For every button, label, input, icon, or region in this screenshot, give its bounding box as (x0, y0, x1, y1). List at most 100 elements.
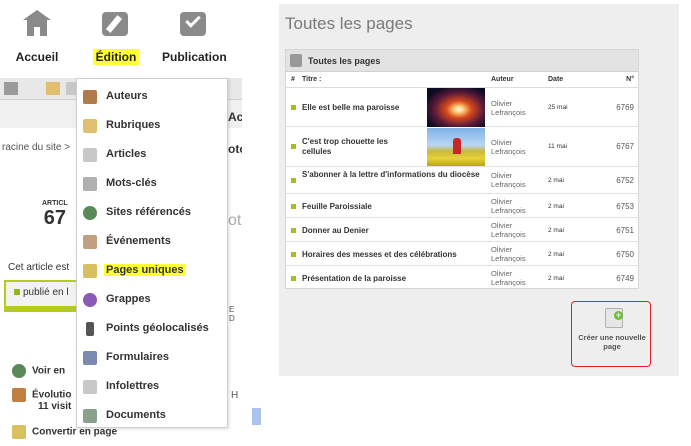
menu-item-rubriques[interactable]: Rubriques (77, 114, 227, 138)
menu-item-mots-cles[interactable]: Mots-clés (77, 172, 227, 196)
status-bullet (291, 105, 296, 110)
create-page-button[interactable]: + Créer une nouvelle page (571, 301, 651, 367)
top-navigation: Accueil Édition Publication (0, 0, 242, 78)
table-row[interactable]: C'est trop chouette les cellules Olivier… (286, 127, 638, 167)
status-bullet (291, 204, 296, 209)
row-author[interactable]: Olivier Lefrançois (491, 221, 543, 239)
status-bullet (291, 252, 296, 257)
row-title[interactable]: Feuille Paroissiale (302, 202, 372, 211)
menu-item-points[interactable]: Points géolocalisés (77, 317, 227, 341)
status-bullet (291, 144, 296, 149)
status-bullet (291, 178, 296, 183)
globe-icon (12, 364, 26, 378)
page-convert-icon (12, 425, 26, 439)
side-item-voir[interactable]: Voir en (12, 364, 65, 378)
form-icon (83, 351, 97, 365)
create-page-label: Créer une nouvelle page (578, 333, 646, 351)
row-title[interactable]: Horaires des messes et des célébrations (302, 250, 457, 259)
calendar-icon (83, 235, 97, 249)
row-title[interactable]: C'est trop chouette les cellules (302, 137, 412, 157)
menu-item-label: Événements (106, 235, 171, 247)
menu-item-label: Formulaires (106, 351, 169, 363)
panel-header: Toutes les pages (286, 50, 638, 72)
blue-marker (252, 408, 261, 425)
table-row[interactable]: Elle est belle ma paroisse Olivier Lefra… (286, 88, 638, 127)
menu-item-evenements[interactable]: Événements (77, 230, 227, 254)
menu-item-label: Auteurs (106, 90, 148, 102)
menu-item-formulaires[interactable]: Formulaires (77, 346, 227, 370)
status-value: publié en l (23, 287, 69, 298)
nav-accueil-label: Accueil (15, 50, 59, 64)
row-author[interactable]: Olivier Lefrançois (491, 138, 543, 156)
new-page-icon: + (605, 308, 623, 328)
folder-icon (83, 119, 97, 133)
documents-icon (83, 409, 97, 423)
menu-item-auteurs[interactable]: Auteurs (77, 85, 227, 109)
row-number: 6749 (616, 274, 634, 283)
globe-icon (83, 206, 97, 220)
menu-item-articles[interactable]: Articles (77, 143, 227, 167)
side-item-visits: 11 visit (38, 401, 72, 412)
text-fragment: oto (228, 212, 242, 229)
page-title: Toutes les pages (285, 14, 413, 33)
row-author[interactable]: Olivier Lefrançois (491, 171, 543, 189)
row-date: 2 mai (548, 251, 564, 258)
col-date[interactable]: Date (548, 76, 563, 83)
menu-item-documents[interactable]: Documents (77, 404, 227, 428)
status-dot-icon (14, 289, 20, 295)
row-author[interactable]: Olivier Lefrançois (491, 197, 543, 215)
thumbnail-image (427, 128, 485, 166)
col-title[interactable]: Titre : (302, 76, 321, 83)
row-author[interactable]: Olivier Lefrançois (491, 269, 543, 287)
col-author[interactable]: Auteur (491, 76, 514, 83)
nav-edition-label: Édition (92, 49, 140, 65)
menu-item-label: Pages uniques (104, 264, 186, 276)
row-number: 6769 (616, 103, 634, 112)
article-number: 67 (43, 207, 66, 229)
menu-item-infolettres[interactable]: Infolettres (77, 375, 227, 399)
page-icon (83, 264, 97, 278)
plus-icon: + (614, 310, 623, 320)
table-row[interactable]: Présentation de la paroisse Olivier Lefr… (286, 266, 638, 289)
side-item-label: Évolutio (32, 389, 72, 401)
row-date: 2 mai (548, 227, 564, 234)
row-date: 11 mai (548, 143, 568, 150)
table-row[interactable]: S'abonner à la lettre d'informations du … (286, 167, 638, 194)
right-screenshot: Toutes les pages Toutes les pages # Titr… (279, 4, 679, 376)
row-number: 6767 (616, 142, 634, 151)
status-bullet (291, 228, 296, 233)
table-header: # Titre : Auteur Date N° (286, 72, 638, 88)
table-row[interactable]: Feuille Paroissiale Olivier Lefrançois 2… (286, 194, 638, 218)
row-number: 6751 (616, 226, 634, 235)
breadcrumb[interactable]: racine du site > (2, 142, 70, 153)
row-author[interactable]: Olivier Lefrançois (491, 99, 543, 117)
menu-item-label: Grappes (106, 293, 151, 305)
sitemap-icon[interactable] (4, 82, 18, 95)
table-row[interactable]: Donner au Denier Olivier Lefrançois 2 ma… (286, 218, 638, 242)
col-hash: # (291, 76, 295, 83)
row-title[interactable]: S'abonner à la lettre d'informations du … (302, 170, 487, 180)
menu-item-pages-uniques[interactable]: Pages uniques (77, 259, 227, 283)
menu-item-grappes[interactable]: Grappes (77, 288, 227, 312)
thumbnail-image (427, 88, 485, 127)
row-title[interactable]: Présentation de la paroisse (302, 274, 406, 283)
article-id-block: ARTICL 67 (42, 200, 68, 230)
col-num[interactable]: N° (626, 76, 634, 83)
table-row[interactable]: Horaires des messes et des célébrations … (286, 242, 638, 266)
text-fragment: Ac (228, 110, 242, 124)
row-title[interactable]: Elle est belle ma paroisse (302, 103, 399, 112)
row-author[interactable]: Olivier Lefrançois (491, 245, 543, 263)
menu-item-label: Rubriques (106, 119, 161, 131)
nav-publication-label: Publication (162, 50, 227, 64)
nav-edition[interactable]: Édition (81, 10, 151, 66)
nav-publication[interactable]: Publication (159, 10, 229, 66)
side-item-evolution[interactable]: Évolutio (12, 388, 71, 402)
row-date: 25 mai (548, 104, 568, 111)
menu-item-sites[interactable]: Sites référencés (77, 201, 227, 225)
row-title[interactable]: Donner au Denier (302, 226, 369, 235)
document-icon (83, 148, 97, 162)
grapes-icon (83, 293, 97, 307)
nav-accueil[interactable]: Accueil (2, 10, 72, 66)
folder-add-icon[interactable] (46, 82, 60, 95)
row-date: 2 mai (548, 203, 564, 210)
